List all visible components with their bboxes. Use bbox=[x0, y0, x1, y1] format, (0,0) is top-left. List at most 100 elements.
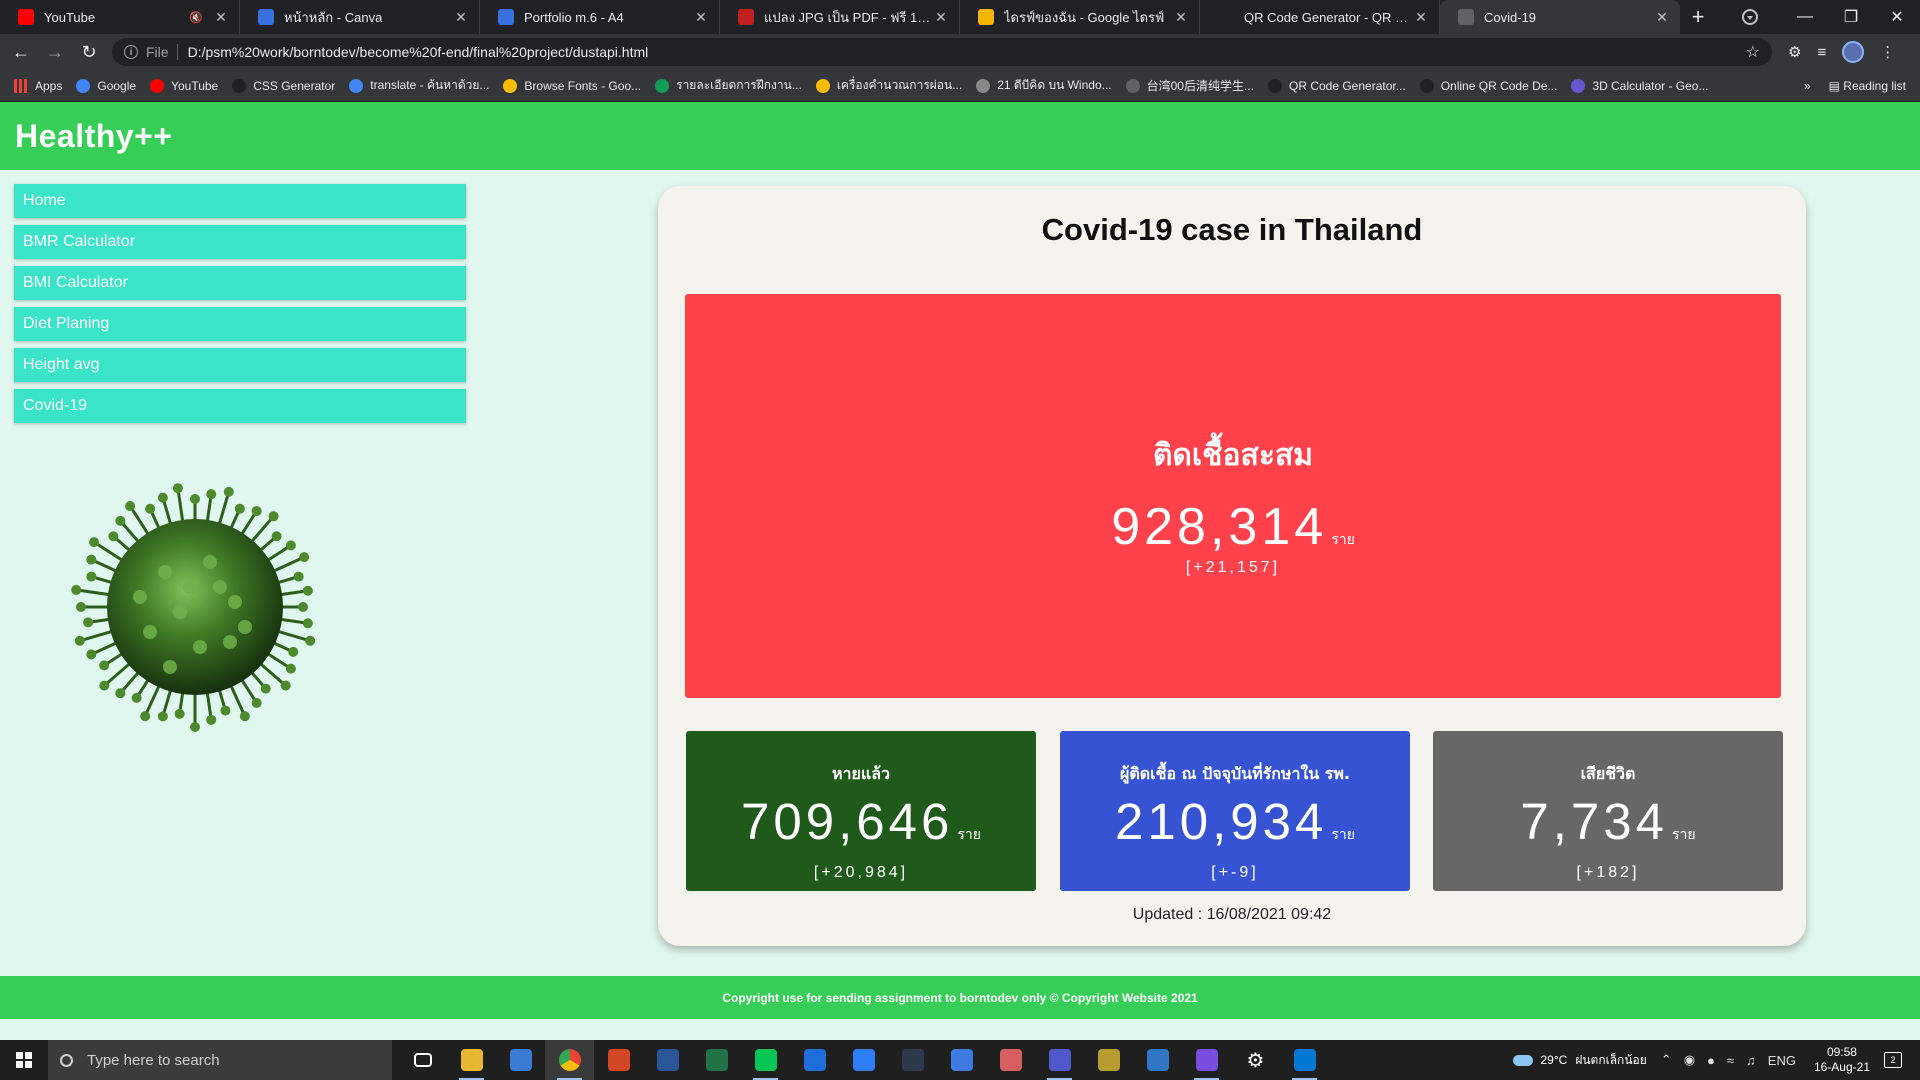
browser-tab[interactable]: หน้าหลัก - Canva ✕ bbox=[240, 0, 480, 34]
start-button[interactable] bbox=[0, 1040, 48, 1080]
bookmark-star-icon[interactable]: ☆ bbox=[1746, 42, 1760, 62]
weather-temp: 29°C bbox=[1540, 1053, 1568, 1067]
bookmark-item[interactable]: translate - ค้นหาด้วย... bbox=[349, 76, 489, 95]
profile-avatar[interactable] bbox=[1842, 41, 1865, 63]
taskbar-app[interactable] bbox=[398, 1040, 447, 1080]
taskbar-apps: ⚙ bbox=[398, 1040, 1329, 1080]
unit-label: ราย bbox=[957, 827, 981, 843]
notification-center-icon[interactable]: 2 bbox=[1884, 1052, 1902, 1068]
bookmark-item[interactable]: 21 ดีบีคิด บน Windo... bbox=[976, 76, 1112, 95]
close-window-icon[interactable]: ✕ bbox=[1874, 7, 1920, 27]
taskbar-app[interactable] bbox=[496, 1040, 545, 1080]
browser-tab[interactable]: Covid-19 ✕ bbox=[1440, 0, 1680, 34]
bookmark-item[interactable]: Google bbox=[76, 78, 136, 93]
browser-toolbar: ← → ↻ i File D:/psm%20work/borntodev/bec… bbox=[0, 34, 1920, 70]
bookmark-label: YouTube bbox=[171, 78, 219, 93]
address-bar[interactable]: i File D:/psm%20work/borntodev/become%20… bbox=[112, 38, 1772, 66]
restore-icon[interactable]: ❐ bbox=[1828, 7, 1874, 27]
taskbar-app[interactable] bbox=[1280, 1040, 1329, 1080]
nav-item-height-avg[interactable]: Height avg bbox=[14, 348, 466, 382]
tab-title: YouTube bbox=[44, 9, 96, 25]
clock[interactable]: 09:58 16-Aug-21 bbox=[1814, 1045, 1870, 1075]
taskbar-app[interactable] bbox=[839, 1040, 888, 1080]
tab-title: หน้าหลัก - Canva bbox=[284, 9, 383, 25]
extensions-icon[interactable]: ⚙ bbox=[1788, 43, 1801, 61]
taskbar-app[interactable] bbox=[790, 1040, 839, 1080]
taskbar-app[interactable] bbox=[1084, 1040, 1133, 1080]
taskbar-app[interactable] bbox=[937, 1040, 986, 1080]
close-tab-icon[interactable]: ✕ bbox=[1654, 9, 1670, 26]
close-tab-icon[interactable]: ✕ bbox=[1413, 9, 1429, 26]
bookmark-item[interactable]: Apps bbox=[14, 78, 62, 93]
close-tab-icon[interactable]: ✕ bbox=[1173, 9, 1189, 26]
bookmark-item[interactable]: เครื่องคำนวณการผ่อน... bbox=[815, 76, 962, 95]
language-indicator[interactable]: ENG bbox=[1768, 1053, 1796, 1068]
globe-icon bbox=[1458, 9, 1474, 25]
url-scheme: File bbox=[146, 44, 169, 60]
browser-tab[interactable]: แปลง JPG เป็น PDF - ฟรี 100% - PD✕ bbox=[720, 0, 960, 34]
bookmark-item[interactable]: Browse Fonts - Goo... bbox=[503, 78, 641, 93]
taskbar-app[interactable] bbox=[741, 1040, 790, 1080]
browser-tab[interactable]: QR Code Generator - QR Stuff Fr✕ bbox=[1200, 0, 1440, 34]
reading-list-label: Reading list bbox=[1843, 79, 1906, 93]
taskbar-app[interactable] bbox=[545, 1040, 594, 1080]
taskbar-search-box[interactable]: Type here to search bbox=[48, 1040, 392, 1080]
taskbar-app[interactable] bbox=[888, 1040, 937, 1080]
bookmark-item[interactable]: Online QR Code De... bbox=[1419, 78, 1557, 93]
browser-tab[interactable]: Portfolio m.6 - A4 ✕ bbox=[480, 0, 720, 34]
nav-item-diet-planing[interactable]: Diet Planing bbox=[14, 307, 466, 341]
nav-item-covid-19[interactable]: Covid-19 bbox=[14, 389, 466, 423]
recovered-label: หายแล้ว bbox=[831, 764, 890, 783]
bookmark-item[interactable]: 台湾00后清纯学生... bbox=[1125, 77, 1254, 94]
taskbar-app[interactable] bbox=[1133, 1040, 1182, 1080]
volume-icon[interactable]: ♫ bbox=[1746, 1053, 1756, 1068]
reading-list-button[interactable]: ▤ Reading list bbox=[1829, 79, 1906, 93]
nav-item-home[interactable]: Home bbox=[14, 184, 466, 218]
chevron-up-icon[interactable]: ⌃ bbox=[1661, 1052, 1672, 1068]
nav-item-bmr-calculator[interactable]: BMR Calculator bbox=[14, 225, 466, 259]
new-tab-button[interactable]: + bbox=[1680, 0, 1716, 34]
bookmark-item[interactable]: CSS Generator bbox=[232, 78, 335, 93]
vscode-icon bbox=[1293, 1049, 1316, 1071]
taskbar-app[interactable] bbox=[986, 1040, 1035, 1080]
card-title: Covid-19 case in Thailand bbox=[1041, 212, 1423, 247]
bookmark-item[interactable]: รายละเอียดการฝึกงาน... bbox=[655, 76, 802, 95]
info-icon[interactable]: i bbox=[124, 45, 138, 59]
more-bookmarks-icon[interactable]: » bbox=[1804, 79, 1811, 93]
taskbar-app[interactable] bbox=[692, 1040, 741, 1080]
forward-button[interactable]: → bbox=[42, 39, 68, 65]
close-tab-icon[interactable]: ✕ bbox=[213, 9, 229, 26]
youtube-icon bbox=[150, 78, 165, 93]
settings-icon: ⚙ bbox=[1244, 1049, 1267, 1072]
taskbar-app[interactable] bbox=[1182, 1040, 1231, 1080]
close-tab-icon[interactable]: ✕ bbox=[933, 9, 949, 26]
url-text[interactable]: D:/psm%20work/borntodev/become%20f-end/f… bbox=[188, 44, 1746, 60]
close-tab-icon[interactable]: ✕ bbox=[693, 9, 709, 26]
bookmark-item[interactable]: QR Code Generator... bbox=[1267, 78, 1406, 93]
taskbar-app[interactable] bbox=[594, 1040, 643, 1080]
google-icon bbox=[76, 78, 91, 93]
taskbar-app[interactable]: ⚙ bbox=[1231, 1040, 1280, 1080]
tab-search-icon[interactable] bbox=[1742, 9, 1758, 25]
close-tab-icon[interactable]: ✕ bbox=[453, 9, 469, 26]
menu-kebab-icon[interactable]: ⋮ bbox=[1880, 43, 1895, 61]
taskbar-app[interactable] bbox=[447, 1040, 496, 1080]
taskbar-app[interactable] bbox=[1035, 1040, 1084, 1080]
back-button[interactable]: ← bbox=[8, 39, 34, 65]
media-queue-icon[interactable]: ≡ bbox=[1817, 44, 1826, 61]
taskbar-search-placeholder: Type here to search bbox=[87, 1051, 220, 1069]
bookmark-item[interactable]: YouTube bbox=[150, 78, 219, 93]
wifi-icon[interactable]: ≈ bbox=[1727, 1053, 1734, 1068]
taskbar-app[interactable] bbox=[643, 1040, 692, 1080]
browser-tab[interactable]: ไดรฟ์ของฉัน - Google ไดรฟ์ ✕ bbox=[960, 0, 1200, 34]
bookmark-item[interactable]: 3D Calculator - Geo... bbox=[1571, 78, 1708, 93]
tab-title: แปลง JPG เป็น PDF - ฟรี 100% - PD bbox=[764, 9, 933, 25]
reload-button[interactable]: ↻ bbox=[76, 39, 102, 65]
nav-item-bmi-calculator[interactable]: BMI Calculator bbox=[14, 266, 466, 300]
microphone-icon[interactable]: ● bbox=[1707, 1053, 1715, 1068]
tab-muted-icon[interactable]: 🔇 bbox=[189, 11, 203, 24]
weather-widget[interactable]: 29°C ฝนตกเล็กน้อย bbox=[1512, 1051, 1647, 1070]
network-icon[interactable]: ◉ bbox=[1684, 1052, 1695, 1068]
minimize-icon[interactable]: — bbox=[1782, 8, 1828, 26]
browser-tab[interactable]: YouTube 🔇 ✕ bbox=[0, 0, 240, 34]
